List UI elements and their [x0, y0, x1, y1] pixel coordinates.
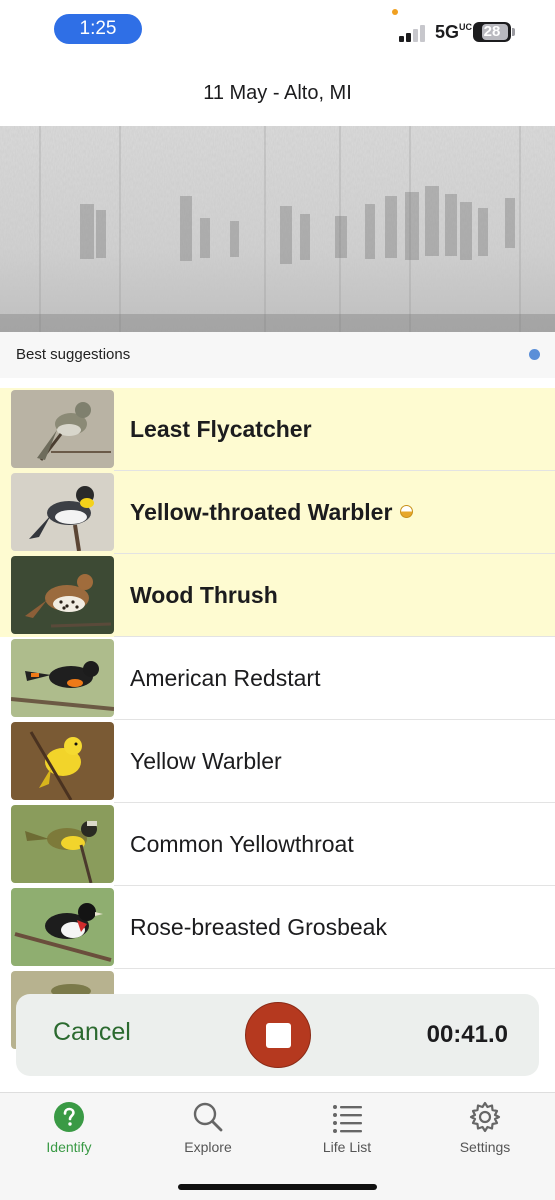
list-item[interactable]: American Redstart [0, 637, 555, 720]
stop-recording-button[interactable] [245, 1002, 311, 1068]
mic-indicator-dot [392, 9, 398, 15]
network-label: 5GUC [435, 22, 473, 42]
yellow-warbler-photo [11, 722, 114, 800]
bird-name: American Redstart [130, 665, 321, 691]
cancel-button[interactable]: Cancel [53, 1018, 131, 1047]
bird-name: Wood Thrush [130, 582, 278, 608]
least-flycatcher-photo [11, 390, 114, 468]
home-indicator [178, 1184, 377, 1190]
yellow-throated-warbler-photo [11, 473, 114, 551]
list-item[interactable]: Yellow-throated Warbler [0, 471, 555, 554]
question-circle-icon [54, 1102, 84, 1132]
list-item[interactable]: Least Flycatcher [0, 388, 555, 471]
bird-name: Rose-breasted Grosbeak [130, 914, 387, 940]
tab-label: Life List [322, 1139, 372, 1155]
tab-label: Settings [459, 1139, 511, 1155]
wood-thrush-photo [11, 556, 114, 634]
list-item[interactable]: Common Yellowthroat [0, 803, 555, 886]
tab-label: Explore [184, 1139, 232, 1155]
list-icon [333, 1105, 362, 1133]
signal-icon [399, 24, 429, 42]
bird-name: Yellow-throated Warbler [130, 471, 414, 554]
spectrogram [0, 126, 555, 332]
bird-name: Least Flycatcher [130, 416, 312, 442]
half-circle-icon [400, 505, 414, 519]
recording-panel: Cancel 00:41.0 [16, 994, 539, 1076]
page-title: 11 May - Alto, MI [203, 82, 352, 104]
tab-label: Identify [46, 1139, 92, 1155]
tab-settings[interactable]: Settings [425, 1101, 545, 1161]
tab-identify[interactable]: Identify [9, 1101, 129, 1161]
suggestions-label: Best suggestions [16, 346, 131, 363]
bird-name: Common Yellowthroat [130, 831, 354, 857]
battery-nub [512, 28, 515, 36]
live-indicator-dot [529, 349, 540, 360]
recording-timer: 00:41.0 [426, 1021, 508, 1048]
suggestion-list: Least Flycatcher Yellow-throated Warbler… [0, 388, 555, 1052]
american-redstart-photo [11, 639, 114, 717]
status-bar: 1:25 5GUC 28 [0, 0, 555, 58]
magnifier-icon [193, 1102, 223, 1132]
list-item[interactable]: Wood Thrush [0, 554, 555, 637]
status-time: 1:25 [54, 14, 142, 44]
rose-breasted-grosbeak-photo [11, 888, 114, 966]
common-yellowthroat-photo [11, 805, 114, 883]
battery-level: 28 [483, 23, 501, 40]
bird-name: Yellow Warbler [130, 748, 282, 774]
battery-icon: 28 [473, 22, 511, 42]
stop-icon [266, 1023, 291, 1048]
tab-explore[interactable]: Explore [148, 1101, 268, 1161]
list-item[interactable]: Rose-breasted Grosbeak [0, 886, 555, 969]
gear-icon [469, 1101, 501, 1133]
list-item[interactable]: Yellow Warbler [0, 720, 555, 803]
tab-life-list[interactable]: Life List [287, 1101, 407, 1161]
suggestions-header: Best suggestions [0, 332, 555, 378]
